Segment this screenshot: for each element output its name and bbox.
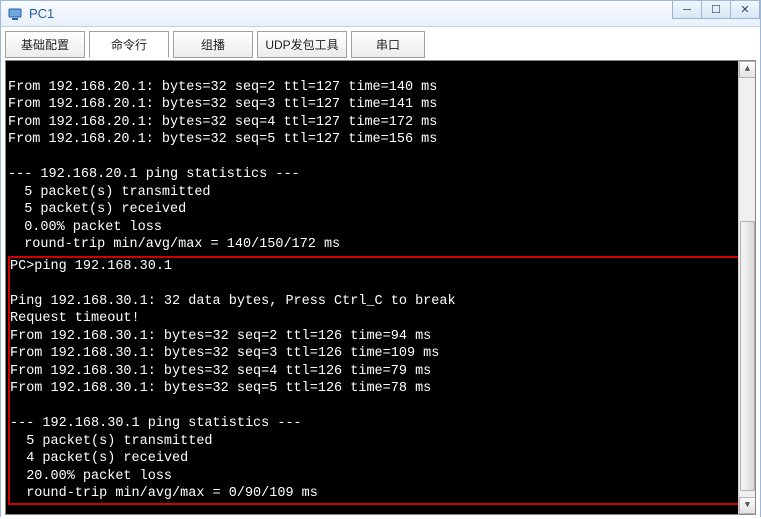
maximize-button[interactable]: ☐ xyxy=(701,1,731,19)
terminal-line: From 192.168.30.1: bytes=32 seq=4 ttl=12… xyxy=(10,364,431,379)
minimize-button[interactable]: ─ xyxy=(672,1,702,19)
tab-multicast[interactable]: 组播 xyxy=(173,31,253,58)
terminal-line: From 192.168.20.1: bytes=32 seq=3 ttl=12… xyxy=(8,97,437,112)
scroll-down-button[interactable]: ▼ xyxy=(739,497,756,514)
scroll-up-button[interactable]: ▲ xyxy=(739,61,756,78)
terminal-line: 4 packet(s) received xyxy=(10,451,188,466)
terminal-line: From 192.168.20.1: bytes=32 seq=5 ttl=12… xyxy=(8,132,437,147)
terminal-line: Request timeout! xyxy=(10,311,140,326)
terminal-line: 20.00% packet loss xyxy=(10,469,172,484)
title-bar: PC1 ─ ☐ ✕ xyxy=(1,1,760,27)
scrollbar[interactable]: ▲ ▼ xyxy=(738,61,755,514)
terminal-line: From 192.168.20.1: bytes=32 seq=4 ttl=12… xyxy=(8,115,437,130)
window-controls: ─ ☐ ✕ xyxy=(673,1,760,19)
terminal-line: round-trip min/avg/max = 140/150/172 ms xyxy=(8,237,340,252)
terminal-line: Ping 192.168.30.1: 32 data bytes, Press … xyxy=(10,294,456,309)
terminal-line: From 192.168.30.1: bytes=32 seq=3 ttl=12… xyxy=(10,346,439,361)
terminal-line: round-trip min/avg/max = 0/90/109 ms xyxy=(10,486,318,501)
terminal-line: From 192.168.20.1: bytes=32 seq=2 ttl=12… xyxy=(8,80,437,95)
terminal-line: 5 packet(s) transmitted xyxy=(10,434,213,449)
terminal-line: --- 192.168.20.1 ping statistics --- xyxy=(8,167,300,182)
terminal-line: From 192.168.30.1: bytes=32 seq=2 ttl=12… xyxy=(10,329,431,344)
terminal-output-block1: From 192.168.20.1: bytes=32 seq=2 ttl=12… xyxy=(8,79,753,254)
terminal-line: 5 packet(s) received xyxy=(8,202,186,217)
terminal-line: PC>ping 192.168.30.1 xyxy=(10,259,172,274)
terminal-line: 0.00% packet loss xyxy=(8,220,162,235)
terminal-line: 5 packet(s) transmitted xyxy=(8,185,211,200)
window-title: PC1 xyxy=(29,6,54,21)
app-icon xyxy=(7,6,23,22)
terminal[interactable]: From 192.168.20.1: bytes=32 seq=2 ttl=12… xyxy=(5,60,756,515)
tab-basic-config[interactable]: 基础配置 xyxy=(5,31,85,58)
tab-udp-tool[interactable]: UDP发包工具 xyxy=(257,31,347,58)
terminal-line: From 192.168.30.1: bytes=32 seq=5 ttl=12… xyxy=(10,381,431,396)
terminal-line: --- 192.168.30.1 ping statistics --- xyxy=(10,416,302,431)
content-area: 基础配置 命令行 组播 UDP发包工具 串口 From 192.168.20.1… xyxy=(1,27,760,519)
scroll-thumb[interactable] xyxy=(740,221,755,491)
close-button[interactable]: ✕ xyxy=(730,1,760,19)
tab-serial[interactable]: 串口 xyxy=(351,31,425,58)
highlight-box: PC>ping 192.168.30.1 Ping 192.168.30.1: … xyxy=(8,256,753,505)
tab-bar: 基础配置 命令行 组播 UDP发包工具 串口 xyxy=(5,31,756,58)
tab-command-line[interactable]: 命令行 xyxy=(89,31,169,58)
